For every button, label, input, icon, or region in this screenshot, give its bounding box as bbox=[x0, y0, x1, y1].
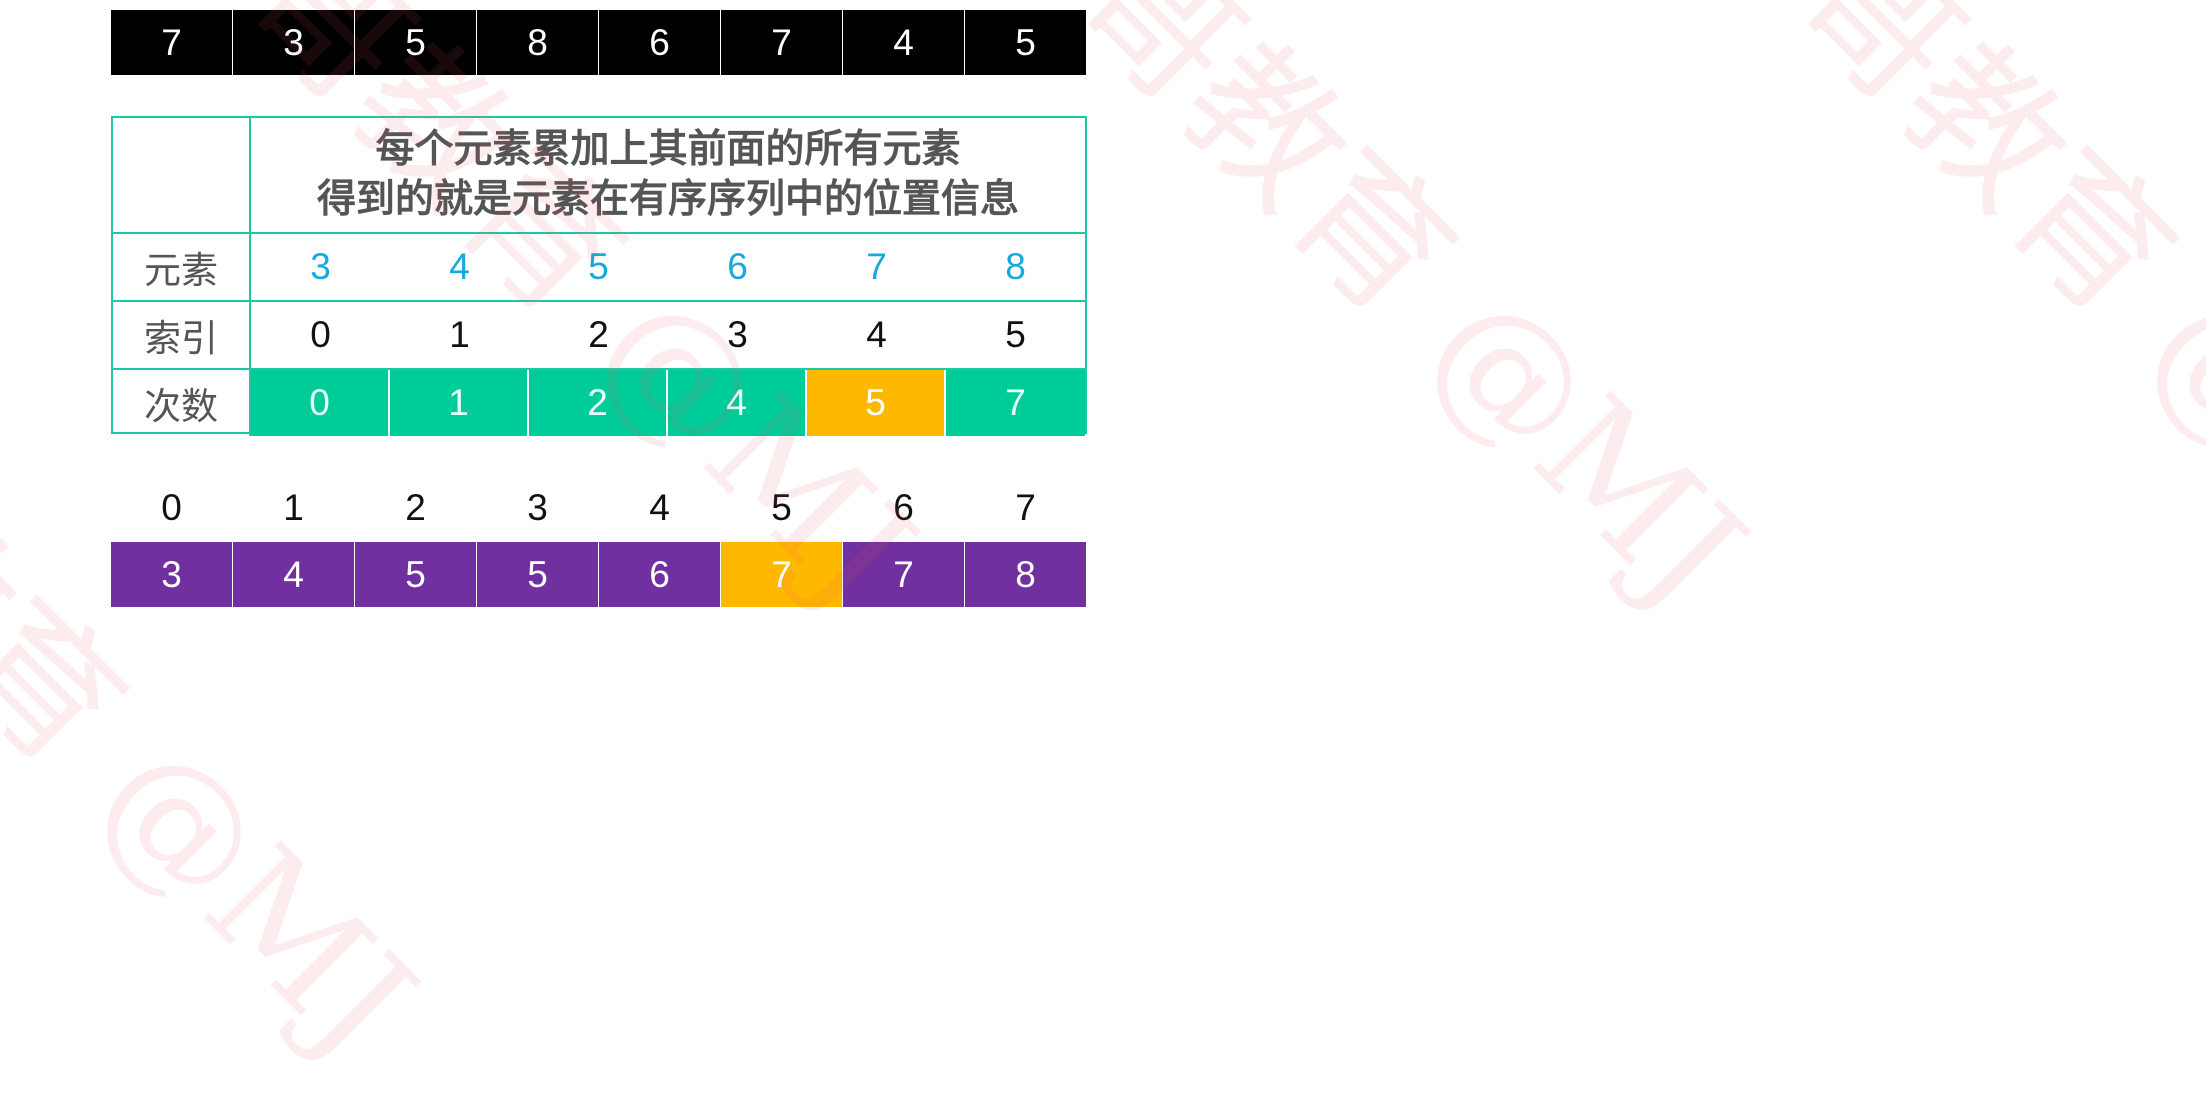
input-cell: 8 bbox=[477, 10, 598, 75]
title-line-1: 每个元素累加上其前面的所有元素 bbox=[375, 127, 961, 172]
counts-row: 次数 0 1 2 4 5 7 bbox=[113, 370, 1085, 436]
output-index: 1 bbox=[283, 487, 304, 528]
elements-row: 元素 3 4 5 6 7 8 bbox=[113, 234, 1085, 302]
elements-row-label: 元素 bbox=[113, 234, 251, 300]
input-cell: 7 bbox=[111, 10, 232, 75]
output-cell: 6 bbox=[599, 542, 720, 607]
element-value: 3 bbox=[310, 246, 331, 287]
input-cell: 5 bbox=[355, 10, 476, 75]
output-cell-highlighted: 7 bbox=[721, 542, 842, 607]
count-value: 1 bbox=[390, 370, 529, 436]
count-value: 2 bbox=[529, 370, 668, 436]
input-cell: 3 bbox=[233, 10, 354, 75]
output-array: 3 4 5 5 6 7 7 8 bbox=[111, 542, 1086, 607]
index-value: 0 bbox=[310, 314, 331, 355]
counts-row-label: 次数 bbox=[113, 370, 251, 436]
output-index: 6 bbox=[893, 487, 914, 528]
index-row-label: 索引 bbox=[113, 302, 251, 368]
count-value: 0 bbox=[251, 370, 390, 436]
index-value: 4 bbox=[866, 314, 887, 355]
index-value: 3 bbox=[727, 314, 748, 355]
output-index: 0 bbox=[161, 487, 182, 528]
output-cell: 7 bbox=[843, 542, 964, 607]
element-value: 8 bbox=[1005, 246, 1026, 287]
input-cell: 5 bbox=[965, 10, 1086, 75]
input-cell: 4 bbox=[843, 10, 964, 75]
count-table-header: 每个元素累加上其前面的所有元素 得到的就是元素在有序序列中的位置信息 bbox=[113, 118, 1085, 234]
output-index: 2 bbox=[405, 487, 426, 528]
output-cell: 4 bbox=[233, 542, 354, 607]
element-value: 4 bbox=[449, 246, 470, 287]
watermark-text: 小码哥教育 @MJ bbox=[1552, 0, 2206, 640]
element-value: 7 bbox=[866, 246, 887, 287]
output-index: 4 bbox=[649, 487, 670, 528]
element-value: 5 bbox=[588, 246, 609, 287]
title-line-2: 得到的就是元素在有序序列中的位置信息 bbox=[316, 177, 1019, 222]
output-cell: 8 bbox=[965, 542, 1086, 607]
input-array: 7 3 5 8 6 7 4 5 bbox=[111, 10, 1086, 75]
index-value: 5 bbox=[1005, 314, 1026, 355]
count-value-highlighted: 5 bbox=[807, 370, 946, 436]
output-cell: 3 bbox=[111, 542, 232, 607]
element-value: 6 bbox=[727, 246, 748, 287]
output-index: 7 bbox=[1015, 487, 1036, 528]
header-corner-cell bbox=[113, 118, 251, 232]
count-value: 4 bbox=[668, 370, 807, 436]
count-table-title: 每个元素累加上其前面的所有元素 得到的就是元素在有序序列中的位置信息 bbox=[251, 118, 1085, 232]
input-cell: 6 bbox=[599, 10, 720, 75]
count-value: 7 bbox=[946, 370, 1085, 436]
index-row: 索引 0 1 2 3 4 5 bbox=[113, 302, 1085, 370]
output-index: 3 bbox=[527, 487, 548, 528]
output-index-labels: 0 1 2 3 4 5 6 7 bbox=[111, 478, 1087, 538]
count-table: 每个元素累加上其前面的所有元素 得到的就是元素在有序序列中的位置信息 元素 3 … bbox=[111, 116, 1087, 436]
index-value: 1 bbox=[449, 314, 470, 355]
output-index: 5 bbox=[771, 487, 792, 528]
index-value: 2 bbox=[588, 314, 609, 355]
input-cell: 7 bbox=[721, 10, 842, 75]
output-cell: 5 bbox=[355, 542, 476, 607]
output-cell: 5 bbox=[477, 542, 598, 607]
